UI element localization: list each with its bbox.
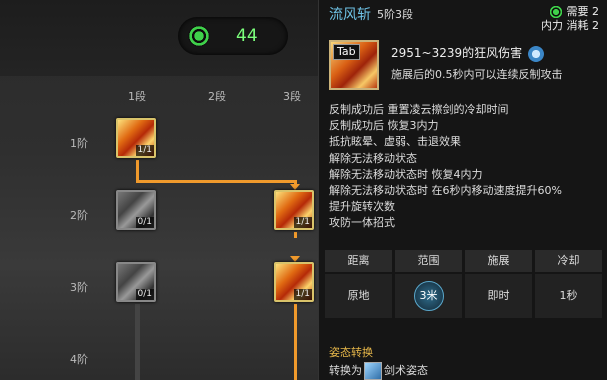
effect-line: 解除无法移动状态 (329, 151, 417, 165)
range-badge: 3米 (413, 281, 444, 311)
tree-connector (294, 232, 297, 238)
effect-line: 解除无法移动状态时 在6秒内移动速度提升60% (329, 184, 562, 198)
stat-value-range: 3米 (395, 274, 462, 318)
skill-icon: Tab (329, 40, 379, 90)
stat-header-distance: 距离 (325, 250, 392, 272)
effect-line: 反制成功后 恢复3内力 (329, 119, 439, 133)
row-label-2: 2阶 (70, 209, 88, 222)
skill-description: 施展后的0.5秒内可以连续反制攻击 (391, 68, 563, 81)
tree-connector (294, 304, 297, 380)
column-label-1: 1段 (128, 90, 146, 103)
skill-points-value: 44 (236, 26, 258, 46)
column-label-3: 3段 (283, 90, 301, 103)
tree-connector (136, 180, 296, 183)
stance-name: 剑术姿态 (384, 364, 428, 377)
column-label-2: 2段 (208, 90, 226, 103)
row-label-3: 3阶 (70, 281, 88, 294)
skill-stats-table: 距离 范围 施展 冷却 原地 3米 即时 1秒 (325, 250, 603, 318)
node-level: 1/1 (293, 217, 312, 228)
node-level: 1/1 (135, 145, 154, 156)
effect-line: 提升旋转次数 (329, 200, 395, 214)
skill-tooltip: 流风斩 5阶3段 需要 2 内力 消耗 2 Tab 2951~3239的狂风伤害… (318, 0, 607, 380)
stance-title: 姿态转换 (329, 346, 373, 359)
row-label-4: 4阶 (70, 353, 88, 366)
green-orb-icon (188, 25, 210, 47)
green-orb-icon (549, 5, 563, 19)
skill-node-r1c1[interactable]: 1/1 (116, 118, 156, 158)
row-label-1: 1阶 (70, 137, 88, 150)
skill-node-r3c1[interactable]: 0/1 (116, 262, 156, 302)
stat-value-cooldown: 1秒 (535, 274, 602, 318)
skill-tree-panel: 44 1段 2段 3段 1阶 2阶 3阶 4阶 1/1 0/1 1/1 0/1 … (0, 0, 318, 380)
skill-requirements: 需要 2 内力 消耗 2 (541, 5, 599, 33)
stance-prefix: 转换为 (329, 364, 362, 377)
tree-connector (136, 160, 139, 182)
skill-node-r2c3[interactable]: 1/1 (274, 190, 314, 230)
stat-value-distance: 原地 (325, 274, 392, 318)
cost-value: 2 (592, 19, 599, 32)
effect-line: 抵抗眩晕、虚弱、击退效果 (329, 135, 461, 149)
cost-label: 内力 消耗 (541, 19, 589, 32)
node-level: 0/1 (135, 289, 154, 300)
stat-value-cast: 即时 (465, 274, 532, 318)
effect-line: 攻防一体招式 (329, 216, 395, 230)
requirement-value: 2 (592, 5, 599, 18)
skill-level: 5阶3段 (377, 8, 413, 21)
sword-stance-icon (364, 362, 382, 380)
hotkey-label: Tab (333, 44, 360, 60)
tree-connector-gray (135, 304, 140, 380)
damage-text: 2951~3239的狂风伤害 (391, 46, 523, 60)
node-level: 1/1 (293, 289, 312, 300)
stat-header-cooldown: 冷却 (535, 250, 602, 272)
stance-row: 转换为 剑术姿态 (329, 362, 428, 380)
skill-node-r3c3[interactable]: 1/1 (274, 262, 314, 302)
node-level: 0/1 (135, 217, 154, 228)
skill-damage: 2951~3239的狂风伤害 (391, 44, 545, 62)
skill-points-display: 44 (178, 17, 288, 55)
stat-header-cast: 施展 (465, 250, 532, 272)
skill-name: 流风斩 (329, 7, 371, 23)
effect-line: 反制成功后 重置凌云擦剑的冷却时间 (329, 103, 509, 116)
skill-node-r2c1[interactable]: 0/1 (116, 190, 156, 230)
skill-effects-list: 反制成功后 重置凌云擦剑的冷却时间 反制成功后 恢复3内力 抵抗眩晕、虚弱、击退… (329, 102, 562, 232)
wind-element-icon (528, 45, 545, 62)
requirement-label: 需要 (566, 5, 589, 18)
effect-line: 解除无法移动状态时 恢复4内力 (329, 167, 483, 181)
stat-header-range: 范围 (395, 250, 462, 272)
